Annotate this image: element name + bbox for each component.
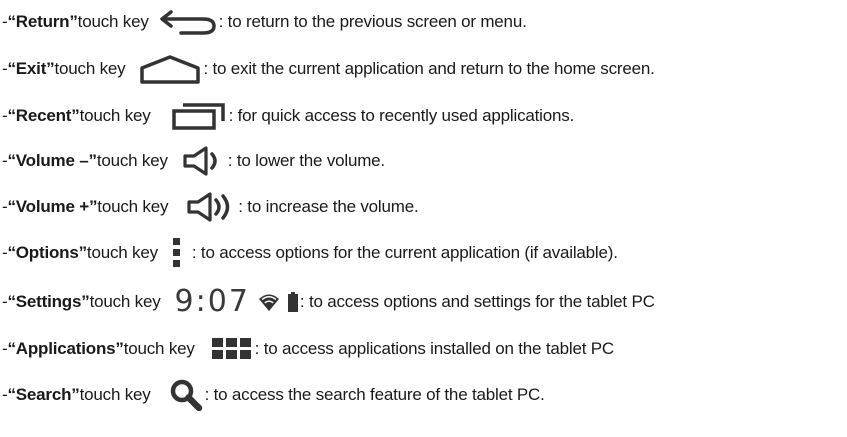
battery-icon: [287, 292, 298, 312]
volume-up-icon: [186, 191, 238, 223]
recent-apps-icon: [171, 101, 227, 131]
list-item-volume-down: - “Volume –” touch key : to lower the vo…: [2, 141, 385, 181]
item-key-name: “Volume –”: [7, 151, 97, 170]
item-description: : to lower the volume.: [227, 151, 385, 170]
status-bar-time: 9:07: [174, 284, 250, 319]
item-key-name: “Volume +”: [7, 197, 98, 216]
item-description: : to access the search feature of the ta…: [204, 385, 545, 404]
item-key-name: “Search”: [7, 385, 80, 404]
list-item-settings: - “Settings” touch key 9:07 : to access …: [2, 282, 655, 322]
list-item-applications: - “Applications” touch key : to access a…: [2, 329, 614, 369]
options-menu-icon: [172, 237, 182, 269]
touch-key-list: - “Return” touch key : to return to the …: [0, 0, 847, 437]
item-key-name: “Settings”: [7, 292, 90, 311]
item-description: : to access options for the current appl…: [191, 243, 618, 262]
status-bar-icon: 9:07: [175, 287, 298, 317]
item-suffix: touch key: [54, 59, 126, 78]
item-key-name: “Return”: [7, 12, 78, 31]
item-suffix: touch key: [89, 292, 161, 311]
item-key-name: “Applications”: [7, 339, 124, 358]
apps-grid-icon: [211, 337, 253, 361]
item-description: : to access applications installed on th…: [254, 339, 614, 358]
list-item-return: - “Return” touch key : to return to the …: [2, 2, 527, 42]
item-description: : to increase the volume.: [238, 197, 419, 216]
list-item-recent: - “Recent” touch key : for quick access …: [2, 96, 574, 136]
list-item-search: - “Search” touch key : to access the sea…: [2, 375, 545, 415]
item-suffix: touch key: [97, 197, 169, 216]
item-description: : to return to the previous screen or me…: [218, 12, 527, 31]
item-suffix: touch key: [86, 243, 158, 262]
item-key-name: “Exit”: [7, 59, 55, 78]
item-suffix: touch key: [77, 12, 149, 31]
item-suffix: touch key: [96, 151, 168, 170]
search-icon: [169, 379, 203, 411]
home-icon: [139, 54, 201, 84]
item-suffix: touch key: [123, 339, 195, 358]
list-item-volume-up: - “Volume +” touch key : to increase the…: [2, 187, 419, 227]
item-key-name: “Options”: [7, 243, 87, 262]
list-item-exit: - “Exit” touch key : to exit the current…: [2, 49, 655, 89]
volume-down-icon: [182, 145, 228, 177]
item-description: : to exit the current application and re…: [203, 59, 655, 78]
wifi-icon: [258, 294, 279, 311]
item-description: : to access options and settings for the…: [299, 292, 655, 311]
list-item-options: - “Options” touch key : to access option…: [2, 233, 618, 273]
item-suffix: touch key: [79, 106, 151, 125]
item-key-name: “Recent”: [7, 106, 80, 125]
item-description: : for quick access to recently used appl…: [228, 106, 575, 125]
item-suffix: touch key: [79, 385, 151, 404]
return-icon: [159, 8, 217, 36]
